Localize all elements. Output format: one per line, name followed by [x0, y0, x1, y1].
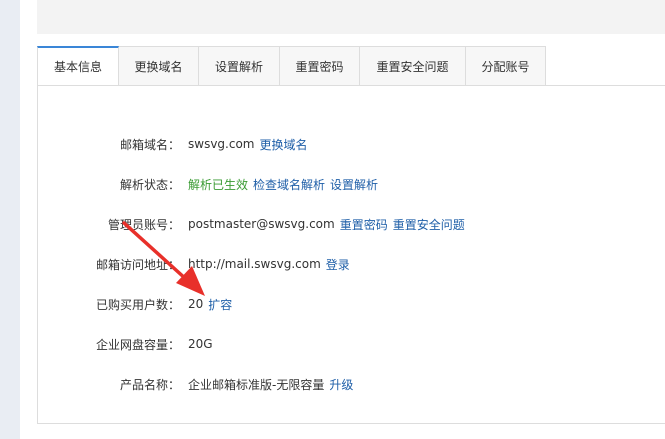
access-url-value: http://mail.swsvg.com: [188, 257, 321, 271]
row-access-url: 邮箱访问地址： http://mail.swsvg.com 登录: [38, 255, 350, 273]
resolution-status-value: 解析已生效: [188, 177, 249, 192]
upgrade-link[interactable]: 升级: [329, 376, 353, 393]
access-url-label: 邮箱访问地址：: [95, 257, 180, 272]
tab-assign-account[interactable]: 分配账号: [466, 46, 546, 86]
basic-info-panel: 邮箱域名： swsvg.com 更换域名 解析状态： 解析已生效 检查域名解析 …: [37, 85, 665, 424]
purchased-users-label: 已购买用户数：: [95, 297, 180, 312]
row-product-name: 产品名称： 企业邮箱标准版-无限容量 升级: [38, 375, 353, 393]
left-sidebar-strip: [0, 0, 20, 439]
tab-set-resolution[interactable]: 设置解析: [199, 46, 280, 86]
row-mailbox-domain: 邮箱域名： swsvg.com 更换域名: [38, 135, 308, 153]
resolution-status-label: 解析状态：: [119, 177, 180, 192]
tab-reset-password[interactable]: 重置密码: [280, 46, 360, 86]
row-resolution-status: 解析状态： 解析已生效 检查域名解析 设置解析: [38, 175, 378, 193]
mailbox-domain-label: 邮箱域名：: [119, 137, 180, 152]
row-purchased-users: 已购买用户数： 20 扩容: [38, 295, 232, 313]
tab-change-domain[interactable]: 更换域名: [119, 46, 199, 86]
reset-password-link[interactable]: 重置密码: [340, 216, 388, 233]
expand-capacity-link[interactable]: 扩容: [208, 296, 232, 313]
product-name-value: 企业邮箱标准版-无限容量: [188, 377, 325, 392]
tab-bar: 基本信息 更换域名 设置解析 重置密码 重置安全问题 分配账号: [37, 46, 546, 86]
reset-security-question-link[interactable]: 重置安全问题: [393, 216, 465, 233]
set-resolution-link[interactable]: 设置解析: [330, 176, 378, 193]
mailbox-domain-value: swsvg.com: [188, 137, 255, 151]
top-bar: [37, 0, 665, 34]
row-disk-capacity: 企业网盘容量： 20G: [38, 335, 213, 353]
disk-capacity-label: 企业网盘容量：: [95, 337, 180, 352]
change-domain-link[interactable]: 更换域名: [259, 136, 307, 153]
row-admin-account: 管理员账号： postmaster@swsvg.com 重置密码 重置安全问题: [38, 215, 465, 233]
disk-capacity-value: 20G: [188, 337, 213, 351]
check-resolution-link[interactable]: 检查域名解析: [253, 176, 325, 193]
tab-reset-security-question[interactable]: 重置安全问题: [360, 46, 466, 86]
admin-account-value: postmaster@swsvg.com: [188, 217, 335, 231]
purchased-users-value: 20: [188, 297, 204, 311]
login-link[interactable]: 登录: [326, 256, 350, 273]
product-name-label: 产品名称：: [119, 377, 180, 392]
admin-account-label: 管理员账号：: [107, 217, 180, 232]
tab-basic-info[interactable]: 基本信息: [37, 46, 119, 86]
